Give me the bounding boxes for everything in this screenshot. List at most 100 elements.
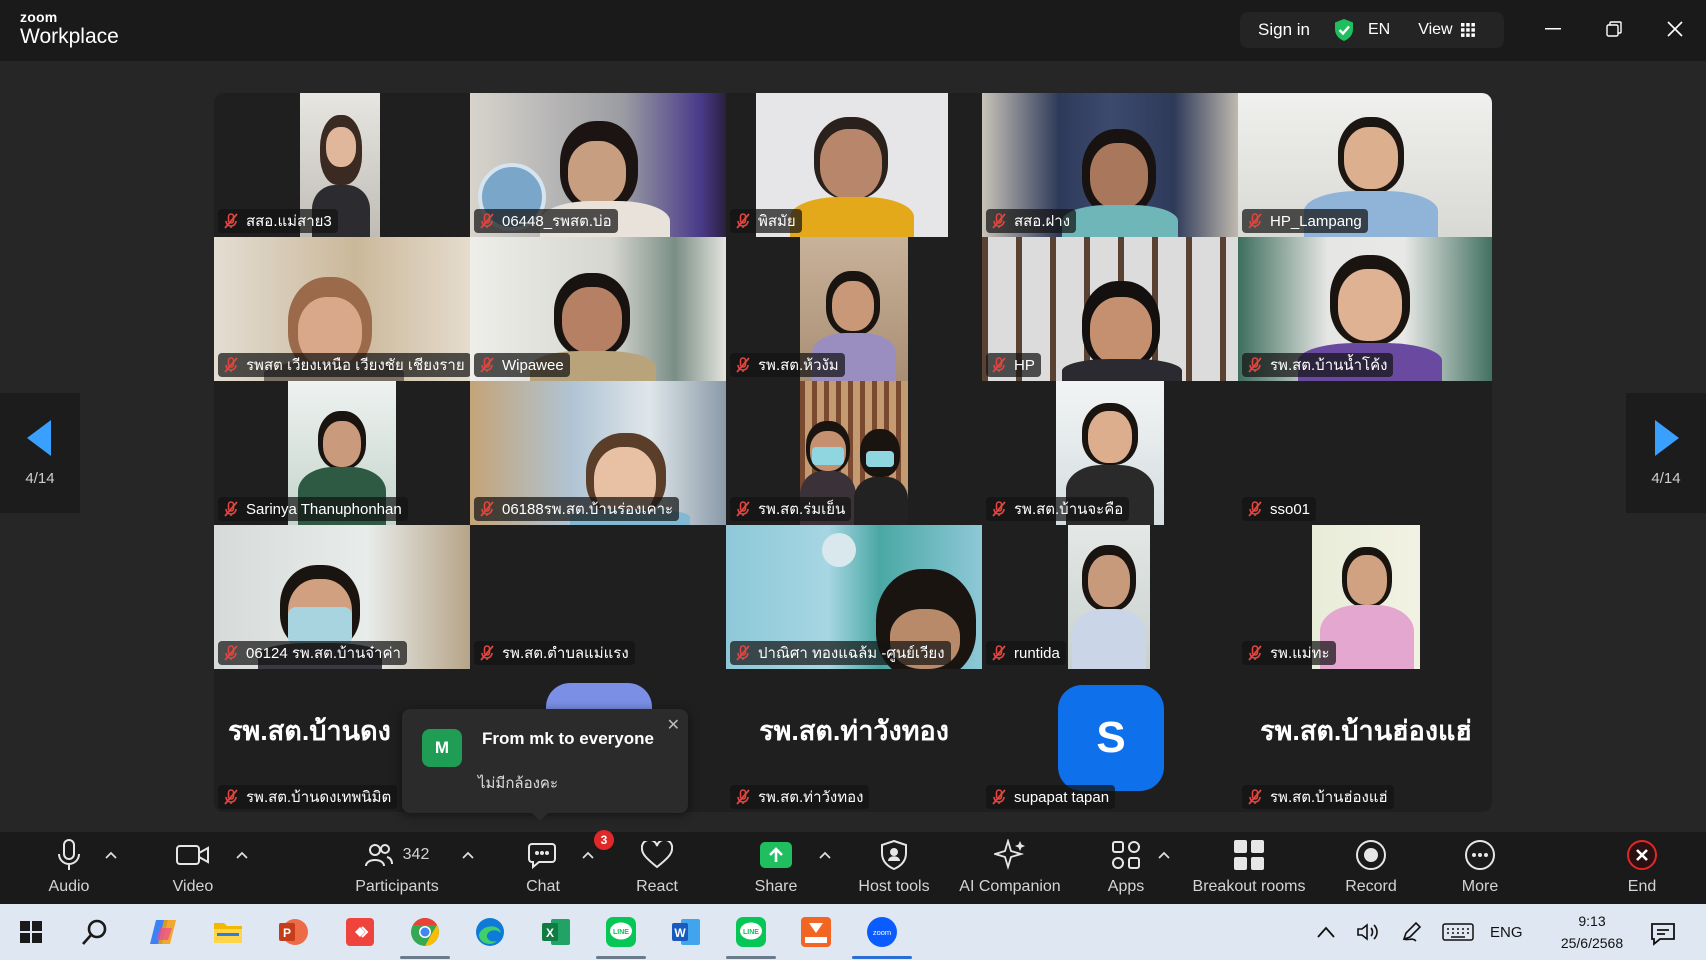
video-tile[interactable]: S supapat tapan: [982, 669, 1238, 812]
keyboard-icon[interactable]: [1442, 922, 1474, 942]
video-tile[interactable]: รพ.สต.บ้านฮ่องแฮ่ รพ.สต.บ้านฮ่องแฮ่: [1238, 669, 1492, 812]
taskbar-excel[interactable]: X: [539, 916, 573, 948]
taskbar-line[interactable]: LINE: [604, 916, 638, 948]
search-button[interactable]: [78, 916, 112, 948]
video-tile[interactable]: สสอ.แม่สาย3: [214, 93, 470, 237]
chat-options-caret[interactable]: [581, 850, 595, 860]
microphone-icon: [58, 839, 80, 870]
video-tile[interactable]: รพสต เวียงเหนือ เวียงชัย เชียงราย: [214, 237, 470, 381]
video-button[interactable]: Video: [133, 838, 253, 896]
notification-center-button[interactable]: [1646, 918, 1680, 950]
participant-name: พิสมัย: [758, 213, 796, 230]
participants-button[interactable]: 342 Participants: [337, 838, 457, 896]
taskbar-foxit-reader[interactable]: [799, 916, 833, 948]
video-tile[interactable]: HP_Lampang: [1238, 93, 1492, 237]
chat-notification[interactable]: M From mk to everyone ไม่มีกล้องคะ ✕: [402, 709, 688, 821]
next-page-button[interactable]: 4/14: [1626, 393, 1706, 513]
taskbar-zoom[interactable]: zoom: [863, 916, 901, 948]
record-button[interactable]: Record: [1311, 838, 1431, 896]
restore-button[interactable]: [1599, 14, 1629, 44]
participant-name: รพ.สต.ห้วงัม: [758, 357, 839, 374]
pen-icon[interactable]: [1400, 921, 1422, 943]
taskbar-edge[interactable]: [473, 916, 507, 948]
arrow-right-icon: [1655, 419, 1679, 456]
video-tile[interactable]: 06124 รพ.สต.บ้านจ๋าค่า: [214, 525, 470, 669]
shield-check-icon[interactable]: [1334, 18, 1354, 42]
chat-message: ไม่มีกล้องคะ: [478, 775, 559, 792]
audio-options-caret[interactable]: [104, 850, 118, 860]
participant-name: รพ.สต.ท่าวังทอง: [758, 789, 864, 806]
participant-name-tag: รพสต เวียงเหนือ เวียงชัย เชียงราย: [218, 353, 470, 377]
mic-muted-icon: [480, 357, 494, 373]
start-button[interactable]: [14, 916, 48, 948]
taskbar-powerpoint[interactable]: P: [276, 916, 310, 948]
participant-name: รพ.สต.บ้านฮ่องแฮ่: [1270, 789, 1388, 806]
video-tile[interactable]: รพ.สต.ร่มเย็น: [726, 381, 982, 525]
video-tile[interactable]: รพ.สต.บ้านจะคือ: [982, 381, 1238, 525]
participant-name-tag: พิสมัย: [730, 209, 802, 233]
taskbar-chrome[interactable]: [408, 916, 442, 948]
video-tile[interactable]: สสอ.ฝาง: [982, 93, 1238, 237]
video-tile[interactable]: Sarinya Thanuphonhan: [214, 381, 470, 525]
video-tile[interactable]: พิสมัย: [726, 93, 982, 237]
participant-name-tag: รพ.สต.ห้วงัม: [730, 353, 845, 377]
apps-button[interactable]: Apps: [1066, 838, 1186, 896]
avatar: S: [1058, 685, 1164, 791]
react-button[interactable]: React: [597, 838, 717, 896]
volume-icon[interactable]: [1356, 922, 1380, 942]
heart-icon: [641, 841, 673, 869]
participant-name-tag: 06124 รพ.สต.บ้านจ๋าค่า: [218, 641, 407, 665]
apps-options-caret[interactable]: [1157, 850, 1171, 860]
sign-in-button[interactable]: Sign in: [1258, 20, 1310, 40]
minimize-button[interactable]: [1538, 14, 1568, 44]
taskbar-file-explorer[interactable]: [211, 916, 245, 948]
page-indicator-left: 4/14: [25, 469, 55, 487]
video-tile[interactable]: Wipawee: [470, 237, 726, 381]
video-tile[interactable]: รพ.สต.ตำบลแม่แรง: [470, 525, 726, 669]
title-bar: zoom Workplace Sign in EN View: [0, 0, 1706, 61]
share-options-caret[interactable]: [818, 850, 832, 860]
close-window-button[interactable]: [1660, 14, 1690, 44]
close-notification-button[interactable]: ✕: [667, 715, 680, 735]
more-button[interactable]: More: [1420, 838, 1540, 896]
breakout-rooms-button[interactable]: Breakout rooms: [1179, 838, 1319, 896]
audio-button[interactable]: Audio: [9, 838, 129, 896]
taskbar-word[interactable]: W: [669, 916, 703, 948]
input-language[interactable]: ENG: [1490, 924, 1523, 941]
video-tile[interactable]: รพ.สต.ท่าวังทอง รพ.สต.ท่าวังทอง: [726, 669, 982, 812]
video-tile[interactable]: ปาณิศา ทองแฉล้ม -ศูนย์เวียง: [726, 525, 982, 669]
previous-page-button[interactable]: 4/14: [0, 393, 80, 513]
video-tile[interactable]: HP: [982, 237, 1238, 381]
ai-companion-button[interactable]: AI Companion: [950, 838, 1070, 896]
video-tile[interactable]: sso01: [1238, 381, 1492, 525]
chat-button[interactable]: 3 Chat: [483, 830, 614, 896]
apps-label: Apps: [1107, 878, 1145, 895]
participant-name: รพ.แม่ทะ: [1270, 645, 1330, 662]
taskbar-copilot[interactable]: [146, 916, 180, 948]
video-tile[interactable]: รพ.สต.ห้วงัม: [726, 237, 982, 381]
view-button[interactable]: View: [1418, 21, 1475, 39]
video-options-caret[interactable]: [235, 850, 249, 860]
more-label: More: [1461, 878, 1499, 895]
more-icon: [1465, 840, 1495, 870]
video-tile[interactable]: รพ.สต.บ้านน้ำโค้ง: [1238, 237, 1492, 381]
taskbar-anydesk[interactable]: [343, 916, 377, 948]
video-tile[interactable]: รพ.แม่ทะ: [1238, 525, 1492, 669]
mic-muted-icon: [224, 213, 238, 229]
share-button[interactable]: Share: [716, 838, 836, 896]
share-label: Share: [754, 878, 798, 895]
video-tile[interactable]: 06448_รพสต.บ่อ: [470, 93, 726, 237]
apps-icon: [1112, 841, 1140, 869]
host-tools-button[interactable]: Host tools: [834, 838, 954, 896]
page-indicator-right: 4/14: [1651, 469, 1681, 487]
svg-text:LINE: LINE: [613, 929, 629, 936]
video-tile[interactable]: runtida: [982, 525, 1238, 669]
taskbar-line-2[interactable]: LINE: [734, 916, 768, 948]
participants-options-caret[interactable]: [461, 850, 475, 860]
taskbar-clock[interactable]: 9:13 25/6/2568: [1554, 910, 1630, 954]
video-feed: [1068, 525, 1150, 669]
video-tile[interactable]: 06188รพ.สต.บ้านร่องเคาะ: [470, 381, 726, 525]
end-meeting-button[interactable]: End: [1582, 838, 1702, 896]
chevron-up-icon[interactable]: [1316, 925, 1336, 939]
language-button[interactable]: EN: [1368, 21, 1390, 39]
